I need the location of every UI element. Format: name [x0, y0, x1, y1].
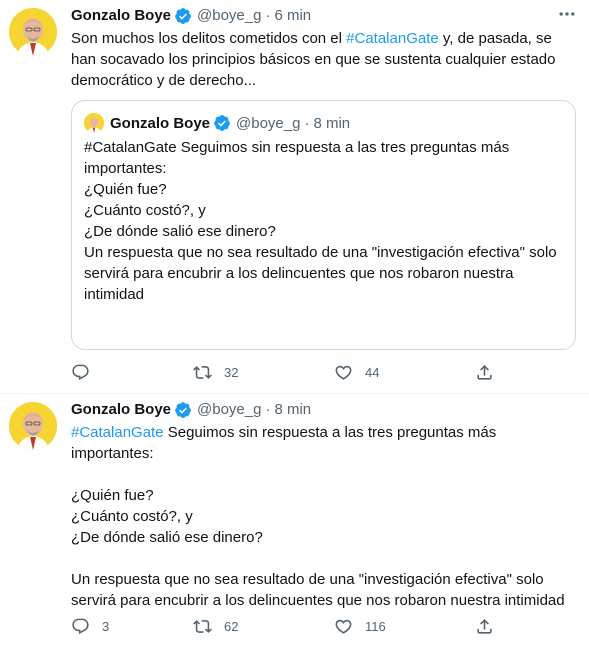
text-line: ¿Quién fue? [84, 181, 167, 198]
tweet-header: Gonzalo Boye @boye_g · 8 min [71, 400, 577, 420]
like-count: 116 [365, 618, 386, 634]
text-line: importantes: [84, 160, 167, 177]
reply-count: 3 [102, 618, 110, 634]
reply-icon [72, 364, 89, 380]
like-count: 44 [365, 364, 380, 380]
tweet-text: #CatalanGate Seguimos sin respuesta a la… [71, 422, 577, 611]
verified-badge-icon [175, 402, 191, 418]
verified-badge-icon [175, 8, 191, 24]
like-icon [335, 365, 352, 380]
tweet-header: Gonzalo Boye @boye_g · 6 min [71, 6, 577, 26]
timestamp[interactable]: 6 min [274, 6, 311, 26]
reply-icon [72, 618, 89, 634]
tweet-actions: 32 44 [71, 362, 501, 382]
quoted-tweet-text: #CatalanGate Seguimos sin respuesta a la… [84, 137, 563, 305]
avatar[interactable] [9, 8, 57, 56]
text-line: ¿De dónde salió ese dinero? [71, 529, 263, 546]
quoted-tweet-header: Gonzalo Boye @boye_g · 8 min [84, 113, 350, 133]
quoted-tweet[interactable]: Gonzalo Boye @boye_g · 8 min #CatalanGat… [71, 100, 576, 350]
text-line: ¿Quién fue? [71, 487, 154, 504]
retweet-count: 32 [224, 364, 239, 380]
text-line: servirá para encubrir a los delincuentes… [84, 265, 514, 282]
text-line: Un respuesta que no sea resultado de una… [84, 244, 557, 261]
reply-button[interactable] [71, 362, 102, 382]
quoted-timestamp: 8 min [313, 114, 351, 132]
separator-dot: · [304, 114, 310, 132]
share-button[interactable] [475, 362, 494, 382]
text-line: Son muchos los delitos cometidos con el … [71, 30, 552, 47]
retweet-icon [193, 619, 212, 633]
tweet[interactable]: Gonzalo Boye @boye_g · 8 min #CatalanGat… [0, 394, 589, 646]
text-line: intimidad [84, 286, 145, 303]
text-line: han socavado los principios básicos en q… [71, 51, 556, 68]
text-line: #CatalanGate Seguimos sin respuesta a la… [84, 139, 510, 156]
share-button[interactable] [475, 616, 494, 636]
author-name[interactable]: Gonzalo Boye [71, 6, 171, 26]
hashtag-link[interactable]: #CatalanGate [346, 30, 439, 47]
avatar[interactable] [9, 402, 57, 450]
more-icon[interactable] [557, 4, 577, 24]
text-line: Un respuesta que no sea resultado de una… [71, 571, 544, 588]
text-line: servirá para encubrir a los delincuentes… [71, 592, 565, 609]
hashtag-link[interactable]: #CatalanGate [71, 424, 164, 441]
text-line: #CatalanGate Seguimos sin respuesta a la… [71, 424, 497, 441]
retweet-button[interactable]: 32 [193, 362, 238, 382]
like-icon [335, 619, 352, 634]
tweet-actions: 3 62 116 [71, 616, 501, 636]
quoted-author-name: Gonzalo Boye [110, 114, 211, 132]
retweet-button[interactable]: 62 [193, 616, 238, 636]
author-handle[interactable]: @boye_g [197, 6, 261, 26]
tweet-text: Son muchos los delitos cometidos con el … [71, 28, 577, 91]
text-line: ¿Cuánto costó?, y [84, 202, 206, 219]
text-line: importantes: [71, 445, 154, 462]
like-button[interactable]: 116 [334, 616, 386, 636]
quoted-avatar [84, 113, 104, 133]
timestamp[interactable]: 8 min [274, 400, 311, 420]
text-line: ¿De dónde salió ese dinero? [84, 223, 276, 240]
author-name[interactable]: Gonzalo Boye [71, 400, 171, 420]
share-icon [477, 618, 492, 634]
retweet-count: 62 [224, 618, 239, 634]
retweet-icon [193, 365, 212, 379]
verified-badge-icon [214, 115, 230, 131]
share-icon [477, 364, 492, 380]
author-handle[interactable]: @boye_g [197, 400, 261, 420]
text-line: democrático y de derecho... [71, 72, 257, 89]
quoted-author-handle: @boye_g [236, 114, 301, 132]
separator-dot: · [265, 7, 271, 24]
like-button[interactable]: 44 [334, 362, 379, 382]
tweet[interactable]: Gonzalo Boye @boye_g · 6 min Son muchos … [0, 0, 589, 394]
separator-dot: · [265, 401, 271, 418]
reply-button[interactable]: 3 [71, 616, 109, 636]
text-line: ¿Cuánto costó?, y [71, 508, 193, 525]
